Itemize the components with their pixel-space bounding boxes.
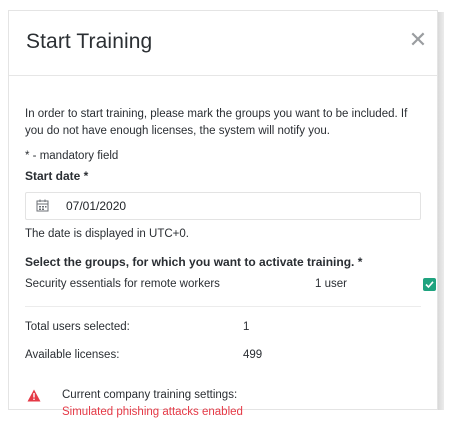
group-row[interactable]: Security essentials for remote workers 1… <box>25 276 436 294</box>
warning-title: Current company training settings: <box>62 389 238 401</box>
group-name: Security essentials for remote workers <box>25 278 220 290</box>
group-user-count: 1 user <box>315 278 347 290</box>
mandatory-note: * - mandatory field <box>25 150 119 162</box>
available-licenses-row: Available licenses: 499 <box>25 349 421 367</box>
dialog-title: Start Training <box>26 30 153 53</box>
calendar-icon[interactable] <box>36 199 49 212</box>
warning-icon <box>27 389 41 402</box>
dialog-shadow <box>438 12 444 410</box>
start-date-value[interactable]: 07/01/2020 <box>66 199 126 213</box>
dialog-body: In order to start training, please mark … <box>9 106 437 421</box>
start-date-field[interactable]: 07/01/2020 <box>25 192 421 220</box>
available-licenses-value: 499 <box>243 349 263 361</box>
warning-detail: Simulated phishing attacks enabled <box>62 406 243 418</box>
start-date-label: Start date * <box>25 169 89 183</box>
training-settings-warning: Current company training settings: Simul… <box>25 387 421 421</box>
start-training-dialog: Start Training ✕ In order to start train… <box>8 10 438 418</box>
groups-label: Select the groups, for which you want to… <box>25 255 363 269</box>
group-checkbox[interactable] <box>423 278 436 291</box>
date-hint: The date is displayed in UTC+0. <box>25 228 189 240</box>
total-users-value: 1 <box>243 321 250 333</box>
checkmark-icon <box>425 281 434 289</box>
close-icon[interactable]: ✕ <box>405 27 431 53</box>
dialog-header: Start Training ✕ <box>9 11 437 76</box>
divider <box>25 306 421 307</box>
intro-text: In order to start training, please mark … <box>25 108 408 137</box>
total-users-label: Total users selected: <box>25 321 130 333</box>
available-licenses-label: Available licenses: <box>25 349 120 361</box>
total-users-row: Total users selected: 1 <box>25 321 421 339</box>
